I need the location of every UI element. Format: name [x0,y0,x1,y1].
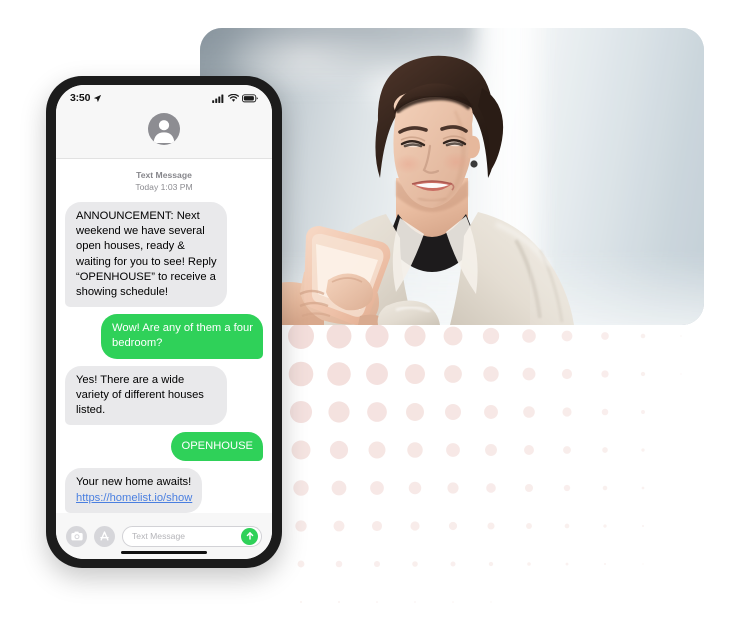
message-row: Your new home awaits! https://homelist.i… [65,468,263,513]
status-bar-right [212,93,258,103]
message-input-field[interactable]: Text Message [122,525,262,547]
contact-avatar-icon [153,120,175,143]
app-store-button[interactable] [94,525,115,547]
message-row: Wow! Are any of them a four bedroom? [65,314,263,359]
send-arrow-up-icon [246,532,253,540]
message-bubble-outgoing[interactable]: OPENHOUSE [170,432,263,462]
iphone-mockup: 3:50 Text Message Today 1:03 PM ANNOUNCE… [46,76,282,568]
phone-screen: 3:50 Text Message Today 1:03 PM ANNOUNCE… [56,85,272,559]
contact-avatar[interactable] [148,113,180,145]
status-bar: 3:50 [56,85,272,111]
message-link[interactable]: https://homelist.io/show [76,491,192,506]
home-indicator-bar [121,550,207,554]
send-button[interactable] [241,527,258,545]
camera-icon [70,531,83,541]
status-bar-left: 3:50 [70,92,102,104]
hero-scene: 3:50 Text Message Today 1:03 PM ANNOUNCE… [0,0,756,618]
dot-grid-pattern [288,322,756,618]
message-text: Your new home awaits! [76,476,192,489]
message-bubble-outgoing[interactable]: Wow! Are any of them a four bedroom? [101,314,263,359]
message-thread[interactable]: Text Message Today 1:03 PM ANNOUNCEMENT:… [56,159,272,513]
message-bubble-incoming[interactable]: Yes! There are a wide variety of differe… [65,365,227,426]
message-bubble-incoming-link[interactable]: Your new home awaits! https://homelist.i… [65,468,203,513]
location-arrow-icon [94,94,102,102]
thread-meta: Text Message Today 1:03 PM [65,170,263,193]
message-row: OPENHOUSE [65,432,263,462]
message-bubble-incoming[interactable]: ANNOUNCEMENT: Next weekend we have sever… [65,202,227,308]
message-input-placeholder: Text Message [132,531,186,541]
conversation-nav-bar [56,111,272,159]
message-row: ANNOUNCEMENT: Next weekend we have sever… [65,202,263,308]
thread-type-label: Text Message [136,170,192,180]
app-store-icon [100,530,109,541]
cellular-signal-icon [212,94,224,103]
wifi-icon [228,93,239,102]
battery-icon [242,93,258,102]
thread-timestamp: Today 1:03 PM [135,181,193,192]
message-row: Yes! There are a wide variety of differe… [65,365,263,426]
camera-button[interactable] [66,525,87,547]
status-time: 3:50 [70,92,91,104]
